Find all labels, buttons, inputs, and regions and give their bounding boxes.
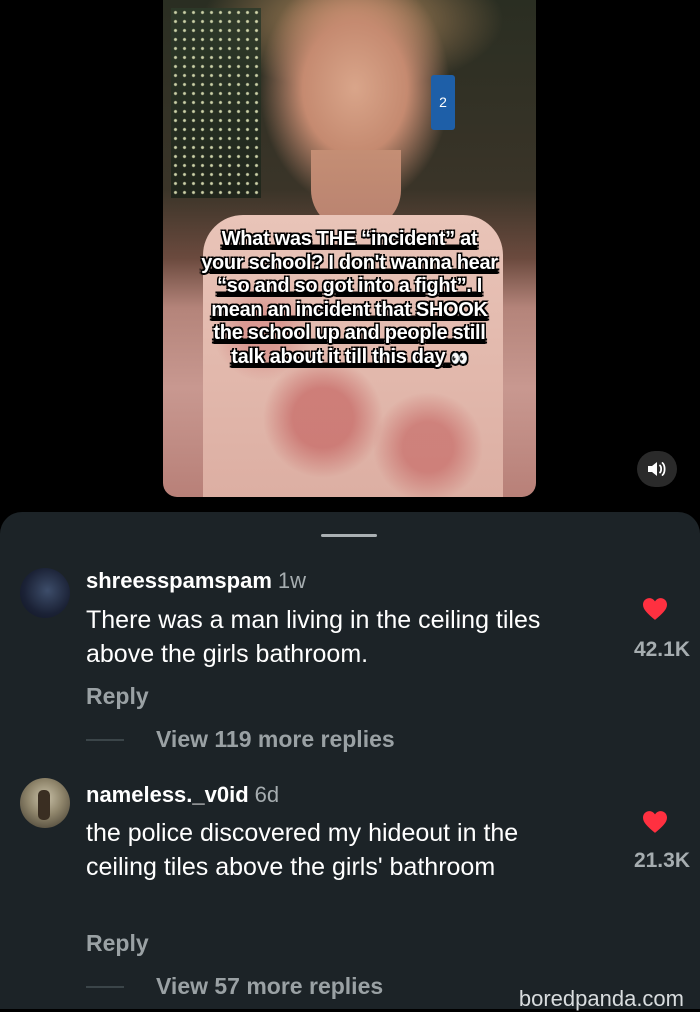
avatar[interactable] <box>20 778 70 828</box>
drag-handle[interactable] <box>321 534 377 537</box>
view-replies-label[interactable]: View 119 more replies <box>156 726 395 753</box>
speaker-icon <box>648 462 666 476</box>
view-replies-label[interactable]: View 57 more replies <box>156 973 383 1000</box>
sound-button[interactable] <box>637 451 677 487</box>
username-text[interactable]: shreesspamspam <box>86 568 272 593</box>
divider <box>86 985 124 988</box>
view-replies-button[interactable]: View 57 more replies <box>86 973 383 1000</box>
video-player[interactable]: 2 What was THE “incident” at your school… <box>163 0 536 497</box>
reply-button[interactable]: Reply <box>86 930 149 957</box>
comment-text: There was a man living in the ceiling ti… <box>86 606 541 668</box>
comment-username[interactable]: nameless._v0id 6d <box>86 782 279 808</box>
video-caption: What was THE “incident” at your school? … <box>163 228 536 370</box>
like-count: 42.1K <box>633 638 690 661</box>
avatar[interactable] <box>20 568 70 618</box>
comment-username[interactable]: shreesspamspam 1w <box>86 568 306 594</box>
reply-button[interactable]: Reply <box>86 683 149 710</box>
eyes-emoji: 👀 <box>450 349 468 366</box>
comment-text: the police discovered my hideout in the … <box>86 819 519 881</box>
watermark: boredpanda.com <box>518 986 684 1011</box>
comment-time: 1w <box>277 568 307 593</box>
username-text[interactable]: nameless._v0id <box>86 782 249 807</box>
background-sign: 2 <box>431 75 455 130</box>
heart-icon[interactable] <box>641 597 669 621</box>
like-count: 21.3K <box>633 849 690 872</box>
heart-icon[interactable] <box>641 810 669 834</box>
comment-time: 6d <box>254 782 280 807</box>
string-lights <box>171 8 261 198</box>
divider <box>86 738 124 741</box>
view-replies-button[interactable]: View 119 more replies <box>86 726 395 753</box>
comments-sheet: shreesspamspam 1w There was a man living … <box>0 512 700 1011</box>
